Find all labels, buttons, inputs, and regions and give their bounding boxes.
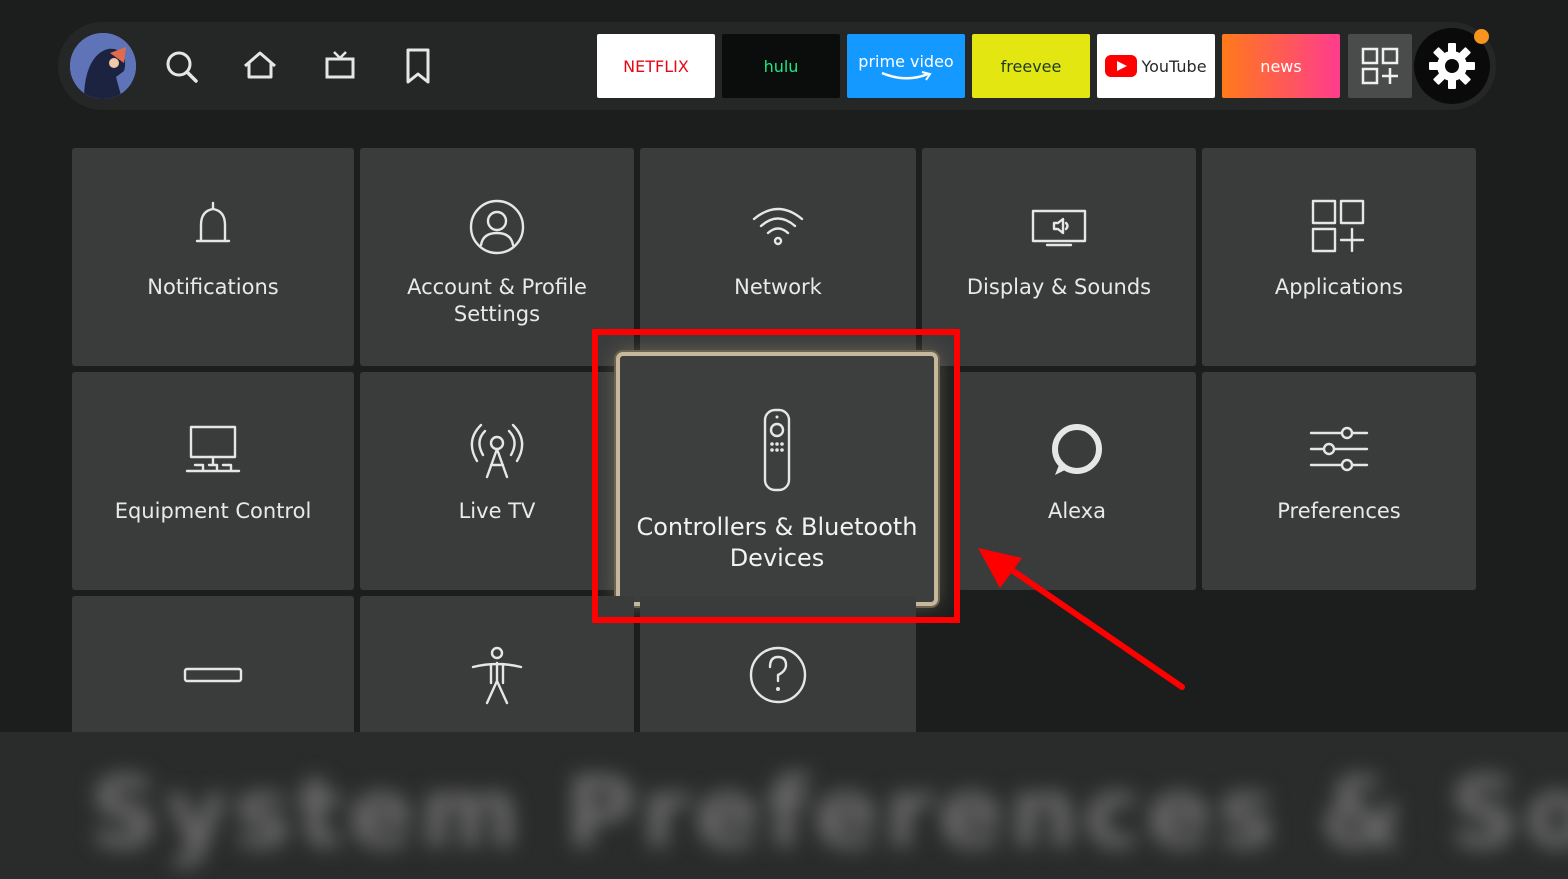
sliders-icon (1304, 420, 1374, 482)
settings-tile-label: Equipment Control (114, 499, 312, 523)
antenna-icon (462, 420, 532, 482)
settings-tile-label: Account & Profile Settings (407, 275, 587, 326)
app-tile-label: NETFLIX (623, 56, 689, 76)
settings-tile-label: Preferences (1277, 499, 1401, 523)
settings-tile-label: Network (734, 275, 822, 299)
prime-video-app-tile[interactable]: prime video (847, 34, 965, 98)
settings-tile-label: Display & Sounds (966, 275, 1152, 299)
settings-tile-notifications[interactable]: Notifications (72, 148, 354, 366)
settings-tile-preferences[interactable]: Preferences (1202, 372, 1476, 590)
settings-tile-label: Live TV (458, 499, 536, 523)
help-icon (743, 644, 813, 706)
live-tv-nav-icon[interactable] (320, 44, 360, 88)
highlight-annotation-box (592, 329, 960, 623)
profile-avatar[interactable] (70, 33, 136, 99)
prime-smile-icon (881, 70, 932, 81)
settings-tile-equipment-control[interactable]: Equipment Control (72, 372, 354, 590)
avatar-icon (70, 33, 136, 99)
blurred-caption: System Preferences & Sound (90, 757, 1568, 869)
home-icon[interactable] (240, 44, 280, 88)
freevee-app-tile[interactable]: freevee (972, 34, 1090, 98)
bell-icon (178, 196, 248, 258)
hulu-app-tile[interactable]: hulu (722, 34, 840, 98)
wifi-icon (743, 196, 813, 258)
news-app-tile[interactable]: news (1222, 34, 1340, 98)
accessibility-icon (462, 644, 532, 706)
alexa-icon (1042, 420, 1112, 482)
netflix-app-tile[interactable]: NETFLIX (597, 34, 715, 98)
youtube-play-icon (1105, 55, 1138, 77)
settings-tile-applications[interactable]: Applications (1202, 148, 1476, 366)
bottom-caption-area: System Preferences & Sound (0, 732, 1568, 879)
gear-icon (1429, 43, 1475, 89)
settings-tile-label: Notifications (147, 275, 279, 299)
settings-tile-firetv-device[interactable] (72, 596, 354, 736)
display-sound-icon (1024, 196, 1094, 258)
all-apps-icon[interactable] (1348, 34, 1412, 98)
app-tile-label: news (1260, 56, 1302, 76)
bookmark-icon[interactable] (398, 44, 438, 88)
youtube-app-tile[interactable]: YouTube (1097, 34, 1215, 98)
firetv-device-icon (178, 644, 248, 706)
profile-icon (462, 196, 532, 258)
app-tile-label: hulu (763, 56, 799, 76)
annotation-arrow-icon (978, 548, 1185, 690)
app-tile-label: prime video (858, 51, 954, 71)
equipment-icon (178, 420, 248, 482)
settings-tile-display-sounds[interactable]: Display & Sounds (922, 148, 1196, 366)
app-tile-label: freevee (1000, 56, 1062, 76)
settings-tile-label: Alexa (1047, 499, 1107, 523)
app-tile-label: YouTube (1141, 56, 1207, 76)
settings-tile-label: Applications (1274, 275, 1404, 299)
search-icon[interactable] (162, 44, 202, 88)
notification-dot (1474, 29, 1489, 44)
apps-grid-icon (1304, 196, 1374, 258)
